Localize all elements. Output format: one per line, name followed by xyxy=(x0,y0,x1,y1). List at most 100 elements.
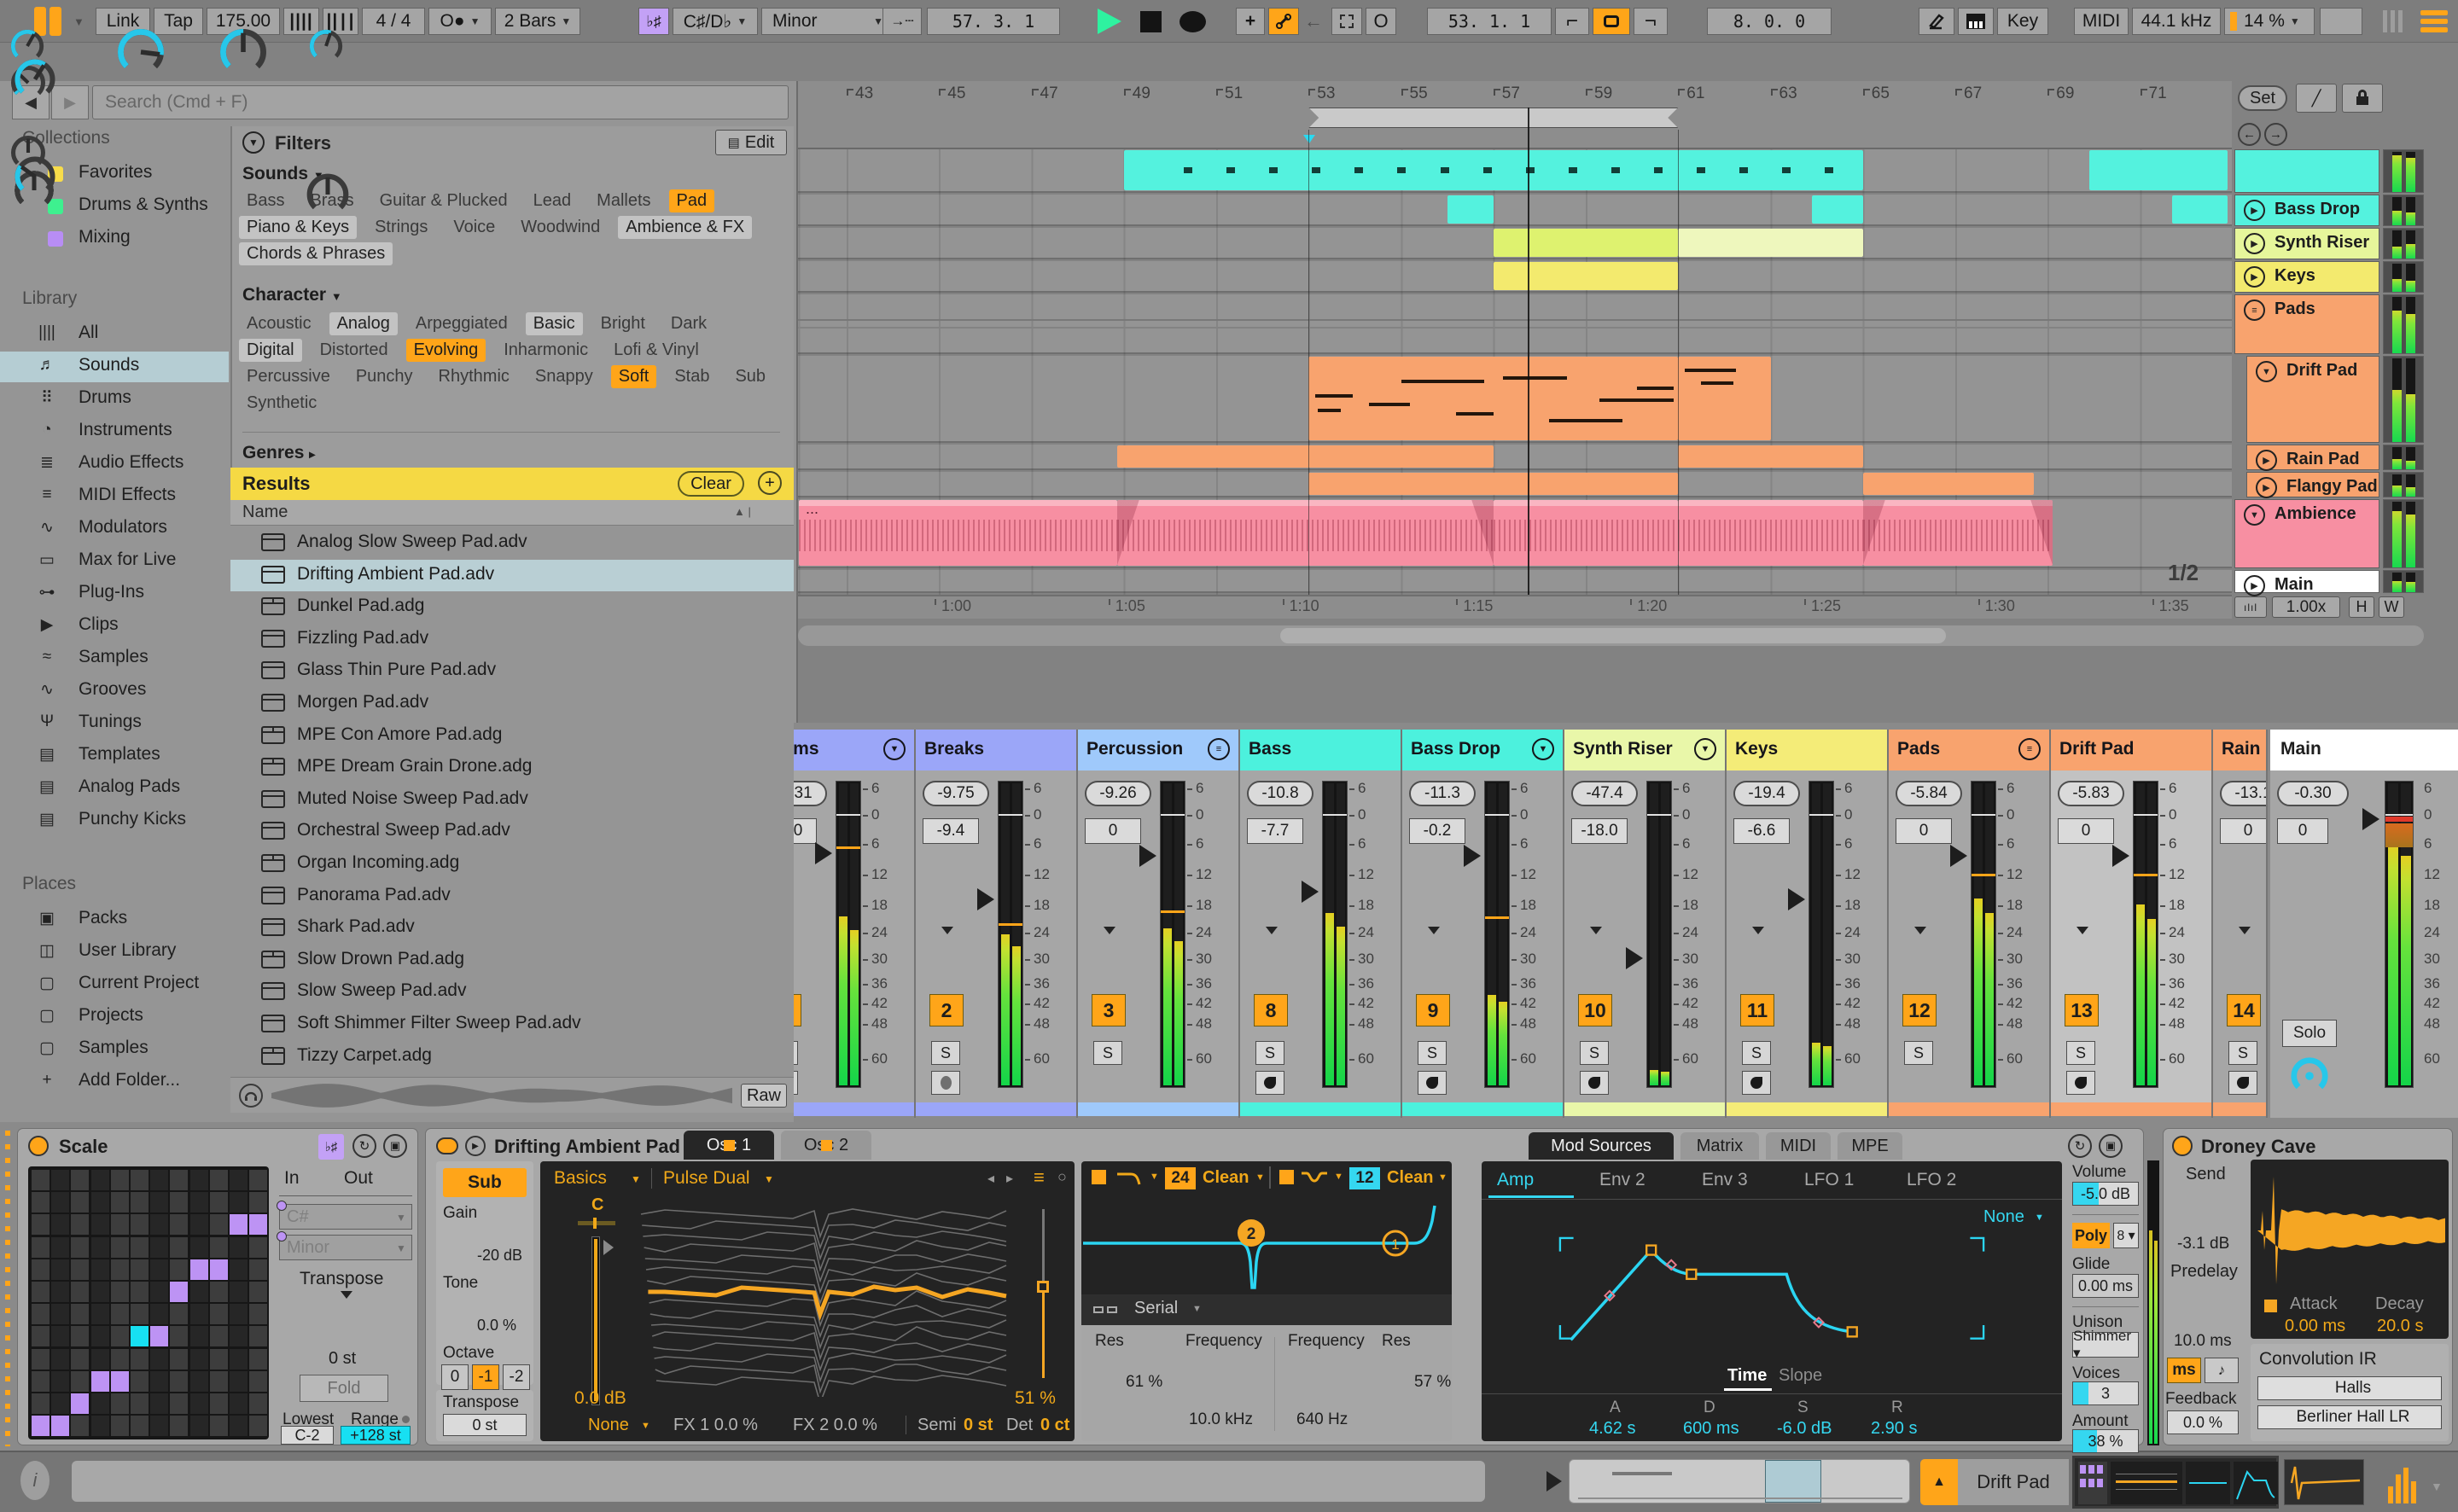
sidebar-item-current-project[interactable]: ▢ Current Project xyxy=(0,969,229,1000)
scale-grid-cell[interactable] xyxy=(249,1393,268,1414)
sidebar-item-plug-ins[interactable]: ⊶ Plug-Ins xyxy=(0,579,229,609)
time-ruler[interactable] xyxy=(798,595,2232,619)
filter-tag-basic[interactable]: Basic xyxy=(525,312,583,335)
lock-envelopes-button[interactable] xyxy=(2342,84,2383,113)
mixer-strip-bass[interactable]: Bass -10.8 -7.7 6 0 6 12 18 24 30 36 42 48 60 8 S xyxy=(1240,730,1402,1118)
scale-grid-cell[interactable] xyxy=(230,1259,248,1280)
nudge-forward-button[interactable]: → xyxy=(2264,123,2287,146)
pan-knob[interactable] xyxy=(2289,1055,2330,1096)
scale-grid-cell[interactable] xyxy=(90,1348,109,1370)
clip[interactable] xyxy=(1678,229,1863,257)
volume-field[interactable]: -18.0 xyxy=(1571,818,1628,844)
feedback-field[interactable]: 0.0 % xyxy=(2167,1410,2239,1434)
mini-envelope-device[interactable] xyxy=(2234,1462,2278,1504)
filter2-toggle[interactable] xyxy=(1279,1170,1294,1184)
play-icon[interactable]: ▶ xyxy=(2244,266,2265,288)
scale-grid-cell[interactable] xyxy=(209,1170,228,1190)
scale-awareness-icon[interactable]: ♭♯ xyxy=(318,1134,344,1160)
peak-level-field[interactable]: -10.8 xyxy=(1247,781,1313,806)
clip[interactable] xyxy=(1493,262,1679,290)
scale-grid-cell[interactable] xyxy=(170,1304,189,1325)
sub-button[interactable]: Sub xyxy=(443,1168,527,1197)
scale-grid-cell[interactable] xyxy=(51,1370,70,1392)
volume-field[interactable]: -9.0 xyxy=(794,818,817,844)
tab-mpe[interactable]: MPE xyxy=(1838,1132,1902,1160)
filter1-toggle[interactable] xyxy=(1092,1170,1106,1184)
scale-grid-cell[interactable] xyxy=(32,1370,50,1392)
filter-tag-bright[interactable]: Bright xyxy=(593,312,653,335)
sidebar-item-audio-effects[interactable]: ≣ Audio Effects xyxy=(0,449,229,480)
clip[interactable] xyxy=(1678,445,1863,468)
scale-grid-cell[interactable] xyxy=(230,1214,248,1236)
scale-grid[interactable] xyxy=(28,1166,269,1439)
track-header-pads[interactable]: ≡ Pads xyxy=(2234,294,2379,354)
scale-grid-cell[interactable] xyxy=(150,1304,169,1325)
scale-grid-cell[interactable] xyxy=(209,1304,228,1325)
root-note-selector[interactable]: C♯/D♭ ▼ xyxy=(673,8,758,35)
octave-button--2[interactable]: -2 xyxy=(503,1364,530,1390)
device-chain-overview[interactable] xyxy=(2072,1456,2279,1509)
scale-grid-cell[interactable] xyxy=(150,1393,169,1414)
sidebar-item-max-for-live[interactable]: ▭ Max for Live xyxy=(0,546,229,577)
scale-grid-cell[interactable] xyxy=(71,1236,90,1258)
scale-grid-cell[interactable] xyxy=(249,1370,268,1392)
scale-grid-cell[interactable] xyxy=(189,1170,208,1190)
sidebar-item-sounds[interactable]: ♬ Sounds xyxy=(0,352,229,382)
clip[interactable] xyxy=(1123,150,1863,190)
scale-grid-cell[interactable] xyxy=(110,1348,129,1370)
scale-grid-cell[interactable] xyxy=(32,1192,50,1213)
monitor-button[interactable] xyxy=(2066,1071,2095,1095)
arrangement-position-field[interactable]: 57. 3. 1 xyxy=(927,8,1060,35)
clip[interactable] xyxy=(2088,150,2228,190)
scale-grid-cell[interactable] xyxy=(249,1259,268,1280)
scale-grid-cell[interactable] xyxy=(189,1282,208,1302)
set-marker-button[interactable]: Set xyxy=(2238,85,2287,111)
sort-icon[interactable]: ▲ | xyxy=(734,505,751,518)
filter-tag-digital[interactable]: Digital xyxy=(239,339,302,362)
peak-level-field[interactable]: -9.75 xyxy=(923,781,989,806)
filter-tag-sub[interactable]: Sub xyxy=(727,365,773,388)
scale-grid-cell[interactable] xyxy=(230,1282,248,1302)
attack-value[interactable]: 0.00 ms xyxy=(2285,1317,2345,1336)
scale-grid-cell[interactable] xyxy=(71,1214,90,1236)
scale-grid-cell[interactable] xyxy=(209,1214,228,1236)
scale-grid-cell[interactable] xyxy=(249,1348,268,1370)
raw-preview-button[interactable]: Raw xyxy=(741,1084,787,1108)
scale-grid-cell[interactable] xyxy=(209,1393,228,1414)
track-header-bass-drop[interactable]: ▶ Bass Drop xyxy=(2234,195,2379,226)
device-drop-zone[interactable] xyxy=(5,1131,10,1446)
scale-grid-cell[interactable] xyxy=(230,1236,248,1258)
filter-tag-inharmonic[interactable]: Inharmonic xyxy=(496,339,596,362)
fold-button[interactable]: Fold xyxy=(300,1375,388,1402)
filter-tag-snappy[interactable]: Snappy xyxy=(527,365,601,388)
poly-button[interactable]: Poly xyxy=(2072,1223,2110,1248)
tab-osc1[interactable]: Osc 1 xyxy=(684,1131,774,1160)
quantize-selector[interactable]: 2 Bars ▼ xyxy=(495,8,580,35)
group-icon[interactable]: ≡ xyxy=(2244,299,2265,321)
fold-icon[interactable]: ▼ xyxy=(2256,361,2277,382)
scale-grid-cell[interactable] xyxy=(131,1259,149,1280)
scale-mode-selector[interactable]: Minor ▼ xyxy=(277,1231,412,1260)
res2-knob[interactable] xyxy=(307,27,345,65)
transpose-knob[interactable] xyxy=(304,171,352,218)
loop-button[interactable] xyxy=(1593,8,1630,35)
scale-grid-cell[interactable] xyxy=(131,1282,149,1302)
preview-play-icon[interactable]: ▶ xyxy=(465,1136,486,1156)
track-header-main[interactable]: ▶ Main xyxy=(2234,570,2379,596)
scale-grid-cell[interactable] xyxy=(90,1259,109,1280)
midi-map-button[interactable]: MIDI xyxy=(2074,8,2129,35)
scale-grid-cell[interactable] xyxy=(170,1236,189,1258)
punch-out-button[interactable]: ⌐ xyxy=(1634,8,1668,35)
output-meter-icon[interactable] xyxy=(2388,1468,2422,1503)
glide-field[interactable]: 0.00 ms xyxy=(2072,1274,2139,1298)
sidebar-item-projects[interactable]: ▢ Projects xyxy=(0,1002,229,1032)
freq1-knob[interactable] xyxy=(114,26,167,79)
loop-length-field[interactable]: 8. 0. 0 xyxy=(1707,8,1832,35)
subtab-lfo-[interactable]: LFO 1 xyxy=(1804,1170,1854,1190)
groove-selector[interactable]: O● ▼ xyxy=(428,8,492,35)
result-row[interactable]: Slow Drown Pad.adg xyxy=(230,945,794,976)
track-header-flangy-pad[interactable]: ▶ Flangy Pad xyxy=(2246,472,2379,498)
track-number[interactable]: 1 xyxy=(794,994,801,1026)
scale-grid-cell[interactable] xyxy=(249,1236,268,1258)
filter-tag-lead[interactable]: Lead xyxy=(526,189,580,212)
